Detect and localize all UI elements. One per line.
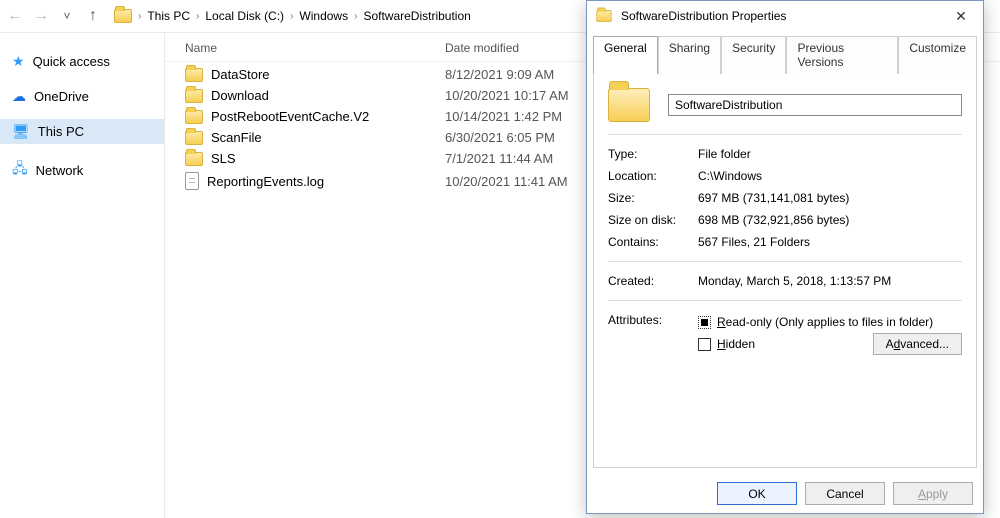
- file-name: ScanFile: [211, 130, 262, 145]
- sidebar-item-quick-access[interactable]: ★ Quick access: [0, 49, 164, 74]
- apply-button[interactable]: Apply: [893, 482, 973, 505]
- value-size: 697 MB (731,141,081 bytes): [698, 191, 962, 205]
- dialog-titlebar[interactable]: SoftwareDistribution Properties ✕: [587, 1, 983, 31]
- column-date[interactable]: Date modified: [445, 41, 605, 55]
- breadcrumb-item[interactable]: Local Disk (C:): [205, 9, 284, 23]
- value-location: C:\Windows: [698, 169, 962, 183]
- folder-icon: [185, 89, 203, 103]
- cancel-button[interactable]: Cancel: [805, 482, 885, 505]
- sidebar-item-this-pc[interactable]: 🖥 This PC: [0, 119, 164, 144]
- nav-up-icon[interactable]: ↑: [84, 7, 102, 25]
- breadcrumb[interactable]: › This PC › Local Disk (C:) › Windows › …: [114, 9, 471, 23]
- label-created: Created:: [608, 274, 698, 288]
- folder-icon: [185, 131, 203, 145]
- value-size-on-disk: 698 MB (732,921,856 bytes): [698, 213, 962, 227]
- label-attributes: Attributes:: [608, 313, 698, 327]
- sidebar-item-label: This PC: [38, 124, 84, 139]
- file-name: SLS: [211, 151, 236, 166]
- label-size: Size:: [608, 191, 698, 205]
- nav-recent-icon[interactable]: 󠀠˅: [58, 9, 76, 23]
- hidden-label: Hidden: [717, 337, 755, 351]
- file-icon: [185, 172, 199, 190]
- tab-customize[interactable]: Customize: [898, 36, 977, 74]
- tab-previous-versions[interactable]: Previous Versions: [786, 36, 898, 74]
- label-size-on-disk: Size on disk:: [608, 213, 698, 227]
- folder-icon: [608, 88, 650, 122]
- nav-back-icon[interactable]: ←: [6, 7, 24, 25]
- nav-pane: ★ Quick access ☁ OneDrive 🖥 This PC 🖧 Ne…: [0, 33, 165, 518]
- tab-security[interactable]: Security: [721, 36, 786, 74]
- breadcrumb-item[interactable]: Windows: [299, 9, 348, 23]
- sidebar-item-label: Quick access: [33, 54, 110, 69]
- value-type: File folder: [698, 147, 962, 161]
- sidebar-item-label: Network: [36, 163, 84, 178]
- file-name: DataStore: [211, 67, 270, 82]
- checkbox-icon[interactable]: [698, 338, 711, 351]
- nav-forward-icon[interactable]: →: [32, 7, 50, 25]
- chevron-right-icon[interactable]: ›: [138, 11, 141, 22]
- folder-icon: [114, 9, 132, 23]
- ok-button[interactable]: OK: [717, 482, 797, 505]
- dialog-tabs: General Sharing Security Previous Versio…: [587, 31, 983, 73]
- readonly-checkbox-row[interactable]: Read-only (Only applies to files in fold…: [698, 313, 962, 331]
- folder-icon: [185, 110, 203, 124]
- tab-sharing[interactable]: Sharing: [658, 36, 721, 74]
- dialog-title: SoftwareDistribution Properties: [621, 9, 786, 23]
- file-name: PostRebootEventCache.V2: [211, 109, 369, 124]
- checkbox-indeterminate-icon[interactable]: [698, 316, 711, 329]
- sidebar-item-onedrive[interactable]: ☁ OneDrive: [0, 84, 164, 109]
- label-contains: Contains:: [608, 235, 698, 249]
- label-location: Location:: [608, 169, 698, 183]
- sidebar-item-label: OneDrive: [34, 89, 89, 104]
- tab-general-body: Type:File folder Location:C:\Windows Siz…: [593, 73, 977, 468]
- chevron-right-icon[interactable]: ›: [196, 11, 199, 22]
- column-name[interactable]: Name: [185, 41, 445, 55]
- breadcrumb-item[interactable]: This PC: [147, 9, 190, 23]
- hidden-checkbox-row[interactable]: Hidden Advanced...: [698, 331, 962, 357]
- dialog-buttons: OK Cancel Apply: [587, 474, 983, 513]
- network-icon: 🖧: [12, 158, 28, 182]
- folder-name-input[interactable]: [668, 94, 962, 116]
- file-name: Download: [211, 88, 269, 103]
- value-contains: 567 Files, 21 Folders: [698, 235, 962, 249]
- folder-icon: [185, 152, 203, 166]
- folder-icon: [185, 68, 203, 82]
- star-icon: ★: [12, 53, 25, 70]
- tab-general[interactable]: General: [593, 36, 658, 74]
- folder-icon: [596, 10, 611, 22]
- advanced-button[interactable]: Advanced...: [873, 333, 962, 355]
- chevron-right-icon[interactable]: ›: [354, 11, 357, 22]
- cloud-icon: ☁: [12, 88, 26, 105]
- readonly-label: Read-only (Only applies to files in fold…: [717, 315, 933, 329]
- file-name: ReportingEvents.log: [207, 174, 324, 189]
- chevron-right-icon[interactable]: ›: [290, 11, 293, 22]
- monitor-icon: 🖥: [12, 123, 30, 140]
- label-type: Type:: [608, 147, 698, 161]
- sidebar-item-network[interactable]: 🖧 Network: [0, 154, 164, 186]
- close-icon[interactable]: ✕: [947, 8, 975, 25]
- properties-dialog: SoftwareDistribution Properties ✕ Genera…: [586, 0, 984, 514]
- breadcrumb-item[interactable]: SoftwareDistribution: [363, 9, 470, 23]
- value-created: Monday, March 5, 2018, 1:13:57 PM: [698, 274, 962, 288]
